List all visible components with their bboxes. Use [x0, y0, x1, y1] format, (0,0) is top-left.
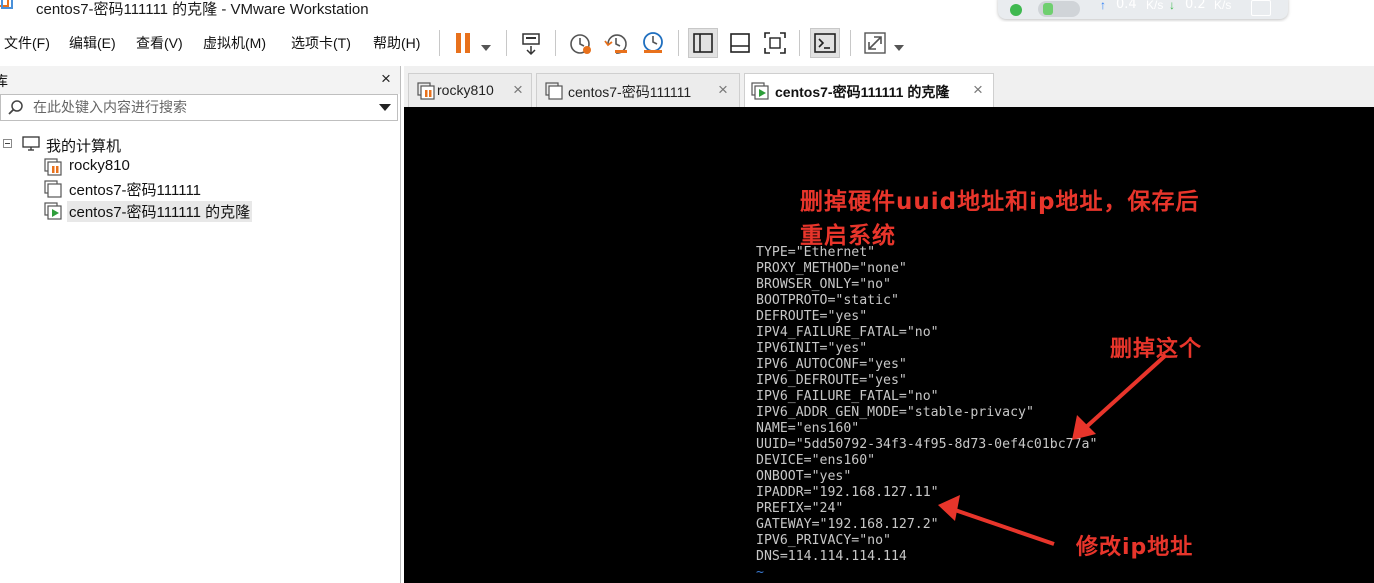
computer-icon	[22, 136, 40, 155]
upload-arrow-icon: ↑	[1100, 0, 1106, 12]
vm-running-icon	[751, 82, 769, 103]
menu-view[interactable]: 查看(V)	[136, 33, 183, 53]
upload-speed: 0.4	[1116, 0, 1137, 12]
console-view-icon[interactable]	[810, 28, 840, 58]
close-icon[interactable]: ×	[381, 69, 391, 89]
download-unit: K/s	[1214, 0, 1232, 12]
vm-paused-icon	[417, 82, 435, 103]
menu-toolbar-bar: 文件(F) 编辑(E) 查看(V) 虚拟机(M) 选项卡(T) 帮助(H)	[0, 22, 1374, 62]
tree-item-label: centos7-密码111111 的克隆	[67, 201, 253, 222]
tree-root-my-computer[interactable]: 我的计算机	[0, 134, 398, 156]
toolbar-separator	[678, 30, 679, 56]
widget-square-icon[interactable]	[1251, 0, 1271, 16]
toolbar-separator	[555, 30, 556, 56]
download-arrow-icon: ↓	[1169, 0, 1175, 12]
stretch-icon[interactable]	[860, 28, 890, 58]
vm-running-icon	[44, 202, 62, 223]
fullscreen-icon[interactable]	[760, 28, 790, 58]
menu-tabs[interactable]: 选项卡(T)	[291, 33, 351, 53]
vm-off-icon	[545, 82, 563, 103]
annotation-arrows	[938, 353, 1168, 546]
tab-centos7[interactable]: centos7-密码111111 ×	[536, 73, 740, 107]
library-header: 库 ×	[0, 66, 400, 94]
vm-paused-icon	[44, 158, 62, 179]
snapshot-icon[interactable]	[566, 28, 596, 58]
tab-label: rocky810	[437, 82, 494, 98]
tree-root-label: 我的计算机	[46, 138, 122, 155]
manage-snapshots-icon[interactable]	[638, 28, 668, 58]
menu-file[interactable]: 文件(F)	[4, 33, 50, 53]
library-title: 库	[0, 73, 8, 89]
vm-off-icon	[44, 180, 62, 201]
chevron-down-icon[interactable]	[379, 104, 391, 111]
arrow-to-uuid-icon	[1072, 353, 1168, 440]
upload-unit: K/s	[1146, 0, 1164, 12]
toolbar-separator	[506, 30, 507, 56]
toolbar-separator	[850, 30, 851, 56]
thumbnail-bar-icon[interactable]	[725, 28, 755, 58]
chevron-down-icon[interactable]	[481, 39, 491, 55]
tab-label: centos7-密码111111 的克隆	[775, 84, 950, 100]
menu-help[interactable]: 帮助(H)	[373, 33, 420, 53]
tab-centos7-clone[interactable]: centos7-密码111111 的克隆 ×	[744, 73, 994, 107]
tree-item-label: rocky810	[69, 157, 130, 174]
window-title: centos7-密码111111 的克隆 - VMware Workstatio…	[36, 1, 369, 18]
library-panel: 库 × 我的计算机	[0, 66, 401, 583]
library-view-icon[interactable]	[688, 28, 718, 58]
search-icon	[7, 99, 25, 120]
download-speed: 0.2	[1185, 0, 1206, 12]
vmware-app-icon[interactable]	[0, 0, 16, 16]
toolbar-separator	[799, 30, 800, 56]
toolbar-separator	[439, 30, 440, 56]
pause-icon[interactable]	[451, 28, 481, 58]
vm-tab-strip: rocky810 × centos7-密码111111 × centos7-密码…	[404, 66, 1374, 108]
close-icon[interactable]: ×	[513, 80, 523, 100]
close-icon[interactable]: ×	[718, 80, 728, 100]
library-search[interactable]	[0, 94, 398, 121]
vm-console[interactable]: TYPE="Ethernet" PROXY_METHOD="none" BROW…	[404, 107, 1374, 583]
network-speed-widget[interactable]: ↑ 0.4 K/s ↓ 0.2 K/s	[998, 0, 1288, 19]
collapse-icon[interactable]	[3, 139, 12, 148]
search-input[interactable]	[33, 99, 363, 115]
revert-snapshot-icon[interactable]	[602, 28, 632, 58]
tree-item-centos7-clone[interactable]: centos7-密码111111 的克隆	[0, 200, 398, 222]
close-icon[interactable]: ×	[973, 80, 983, 100]
send-keys-icon[interactable]	[517, 28, 547, 58]
tree-item-label: centos7-密码111111	[69, 182, 202, 199]
tree-item-rocky810[interactable]: rocky810	[0, 156, 398, 178]
toggle-knob-icon	[1043, 3, 1053, 15]
tab-rocky810[interactable]: rocky810 ×	[408, 73, 532, 107]
tab-label: centos7-密码111111	[568, 84, 692, 100]
menu-edit[interactable]: 编辑(E)	[69, 33, 116, 53]
chevron-down-icon[interactable]	[894, 39, 904, 55]
menu-vm[interactable]: 虚拟机(M)	[203, 33, 266, 53]
tree-item-centos7[interactable]: centos7-密码111111	[0, 178, 398, 200]
arrow-to-ipaddr-icon	[938, 495, 1055, 546]
status-dot-icon	[1010, 4, 1022, 16]
